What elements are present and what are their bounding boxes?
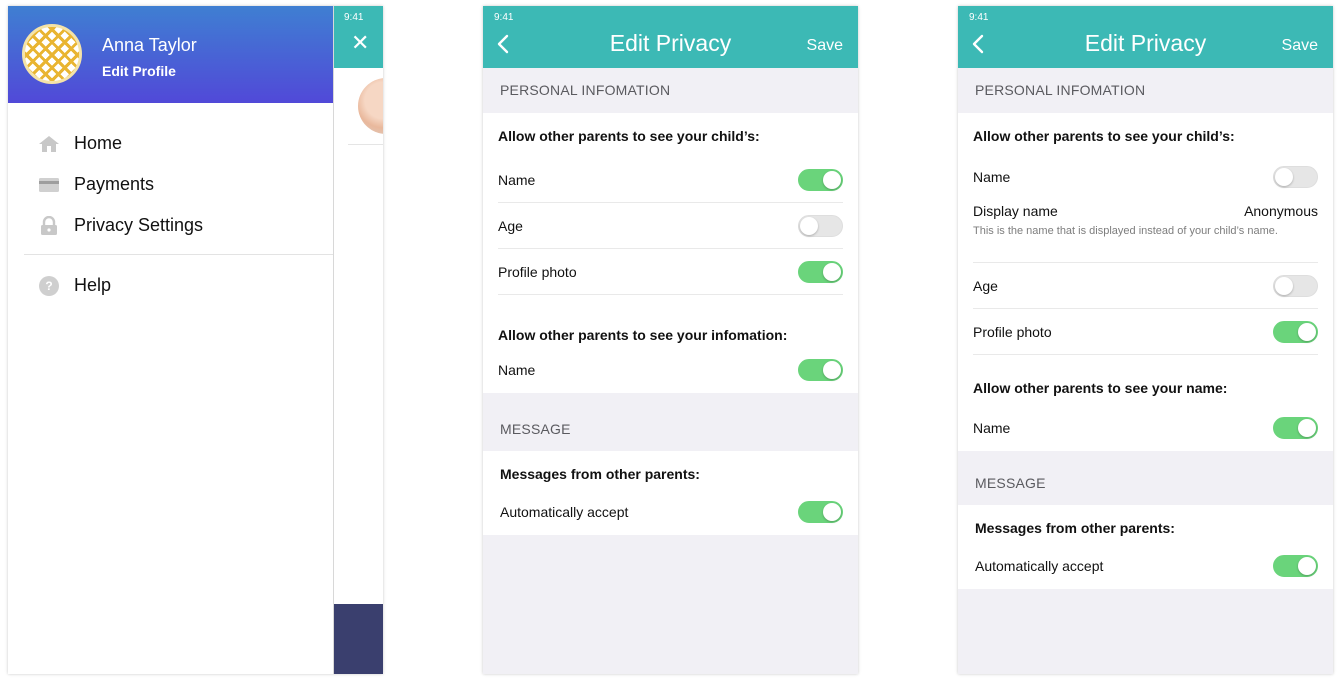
divider [348, 144, 383, 145]
section-header-message: MESSAGE [975, 475, 1046, 491]
toggle-child-name[interactable] [1273, 166, 1318, 188]
menu-label: Privacy Settings [74, 215, 204, 235]
toggle-parent-name[interactable] [1273, 417, 1318, 439]
setting-label: Name [973, 169, 1011, 185]
display-name-note: This is the name that is displayed inste… [973, 225, 1278, 237]
toggle-child-name[interactable] [798, 168, 843, 191]
toggle-auto-accept[interactable] [798, 501, 843, 523]
setting-label: Name [498, 171, 536, 188]
close-icon[interactable]: ✕ [351, 32, 369, 54]
nav-bar: 9:41 Edit Privacy Save [958, 6, 1333, 68]
display-name-row[interactable]: Display name Anonymous This is the name … [973, 197, 1318, 263]
messages-subhead: Messages from other parents: [500, 466, 700, 482]
status-time: 9:41 [969, 12, 989, 23]
message-group: Messages from other parents: Automatical… [483, 451, 858, 535]
display-name-value: Anonymous [1244, 203, 1318, 219]
setting-label: Name [973, 420, 1011, 436]
avatar[interactable] [22, 24, 82, 84]
setting-label: Age [973, 277, 998, 294]
toggle-auto-accept[interactable] [1273, 555, 1318, 577]
toggle-child-photo[interactable] [1273, 320, 1318, 343]
child-subhead: Allow other parents to see your child’s: [498, 128, 760, 144]
status-time: 9:41 [494, 12, 514, 23]
edit-profile-link[interactable]: Edit Profile [102, 63, 176, 79]
menu-item-privacy-settings[interactable]: Privacy Settings [8, 205, 333, 246]
menu-item-help[interactable]: ? Help [8, 265, 333, 306]
edit-privacy-screen: 9:41 Edit Privacy Save PERSONAL INFOMATI… [483, 6, 858, 674]
name-subhead: Allow other parents to see your name: [973, 380, 1228, 396]
page-title: Edit Privacy [609, 30, 732, 56]
section-header-personal: PERSONAL INFOMATION [975, 82, 1146, 98]
toggle-parent-name[interactable] [798, 359, 843, 381]
setting-row-child-age: Age [973, 263, 1318, 309]
personal-group: Allow other parents to see your child’s:… [958, 113, 1333, 451]
drawer-header: Anna Taylor Edit Profile [8, 6, 333, 103]
save-button[interactable]: Save [1282, 37, 1318, 55]
toggle-child-age[interactable] [798, 214, 843, 237]
card-icon [38, 175, 60, 195]
section-header-personal: PERSONAL INFOMATION [500, 82, 671, 98]
setting-label: Automatically accept [975, 558, 1104, 574]
menu-item-home[interactable]: Home [8, 123, 333, 164]
setting-row-child-photo: Profile photo [973, 309, 1318, 355]
side-drawer: Anna Taylor Edit Profile Home Payments P… [8, 6, 334, 674]
child-subhead: Allow other parents to see your child’s: [973, 128, 1235, 144]
drawer-screen: 9:41 ✕ Anna Taylor Edit Profile Home Pay… [8, 6, 383, 674]
setting-row-auto-accept: Automatically accept [975, 543, 1318, 589]
menu-label: Payments [74, 174, 155, 194]
home-icon [38, 134, 60, 154]
setting-row-child-name: Name [973, 157, 1318, 197]
setting-row-child-name: Name [498, 157, 843, 203]
menu-item-payments[interactable]: Payments [8, 164, 333, 205]
edit-privacy-screen-alt: 9:41 Edit Privacy Save PERSONAL INFOMATI… [958, 6, 1333, 674]
status-time: 9:41 [344, 12, 364, 23]
setting-label: Automatically accept [500, 504, 629, 520]
help-icon: ? [38, 275, 60, 296]
save-button[interactable]: Save [807, 37, 843, 55]
setting-row-child-age: Age [498, 203, 843, 249]
menu-label: Help [74, 275, 112, 295]
menu-label: Home [74, 133, 123, 153]
setting-label: Profile photo [973, 323, 1052, 340]
setting-row-parent-name: Name [973, 405, 1318, 451]
lock-icon [38, 215, 60, 236]
bottom-bar [334, 604, 383, 674]
underlying-screen: 9:41 ✕ [334, 6, 383, 674]
page-title: Edit Privacy [1084, 30, 1207, 56]
section-header-message: MESSAGE [500, 421, 571, 437]
child-avatar [358, 78, 383, 134]
setting-label: Profile photo [498, 263, 577, 280]
setting-row-parent-name: Name [498, 347, 843, 393]
setting-row-child-photo: Profile photo [498, 249, 843, 295]
help-glyph: ? [39, 275, 59, 296]
menu-divider [24, 254, 333, 255]
message-group: Messages from other parents: Automatical… [958, 505, 1333, 589]
nav-bar: 9:41 Edit Privacy Save [483, 6, 858, 68]
personal-group: Allow other parents to see your child’s:… [483, 113, 858, 393]
user-name: Anna Taylor [102, 35, 197, 55]
setting-row-auto-accept: Automatically accept [500, 489, 843, 535]
toggle-child-age[interactable] [1273, 274, 1318, 297]
drawer-menu: Home Payments Privacy Settings ? Help [8, 103, 333, 306]
toggle-child-photo[interactable] [798, 260, 843, 283]
display-name-label: Display name [973, 203, 1058, 219]
messages-subhead: Messages from other parents: [975, 520, 1175, 536]
info-subhead: Allow other parents to see your infomati… [498, 327, 788, 343]
setting-label: Name [498, 362, 536, 378]
setting-label: Age [498, 217, 523, 234]
